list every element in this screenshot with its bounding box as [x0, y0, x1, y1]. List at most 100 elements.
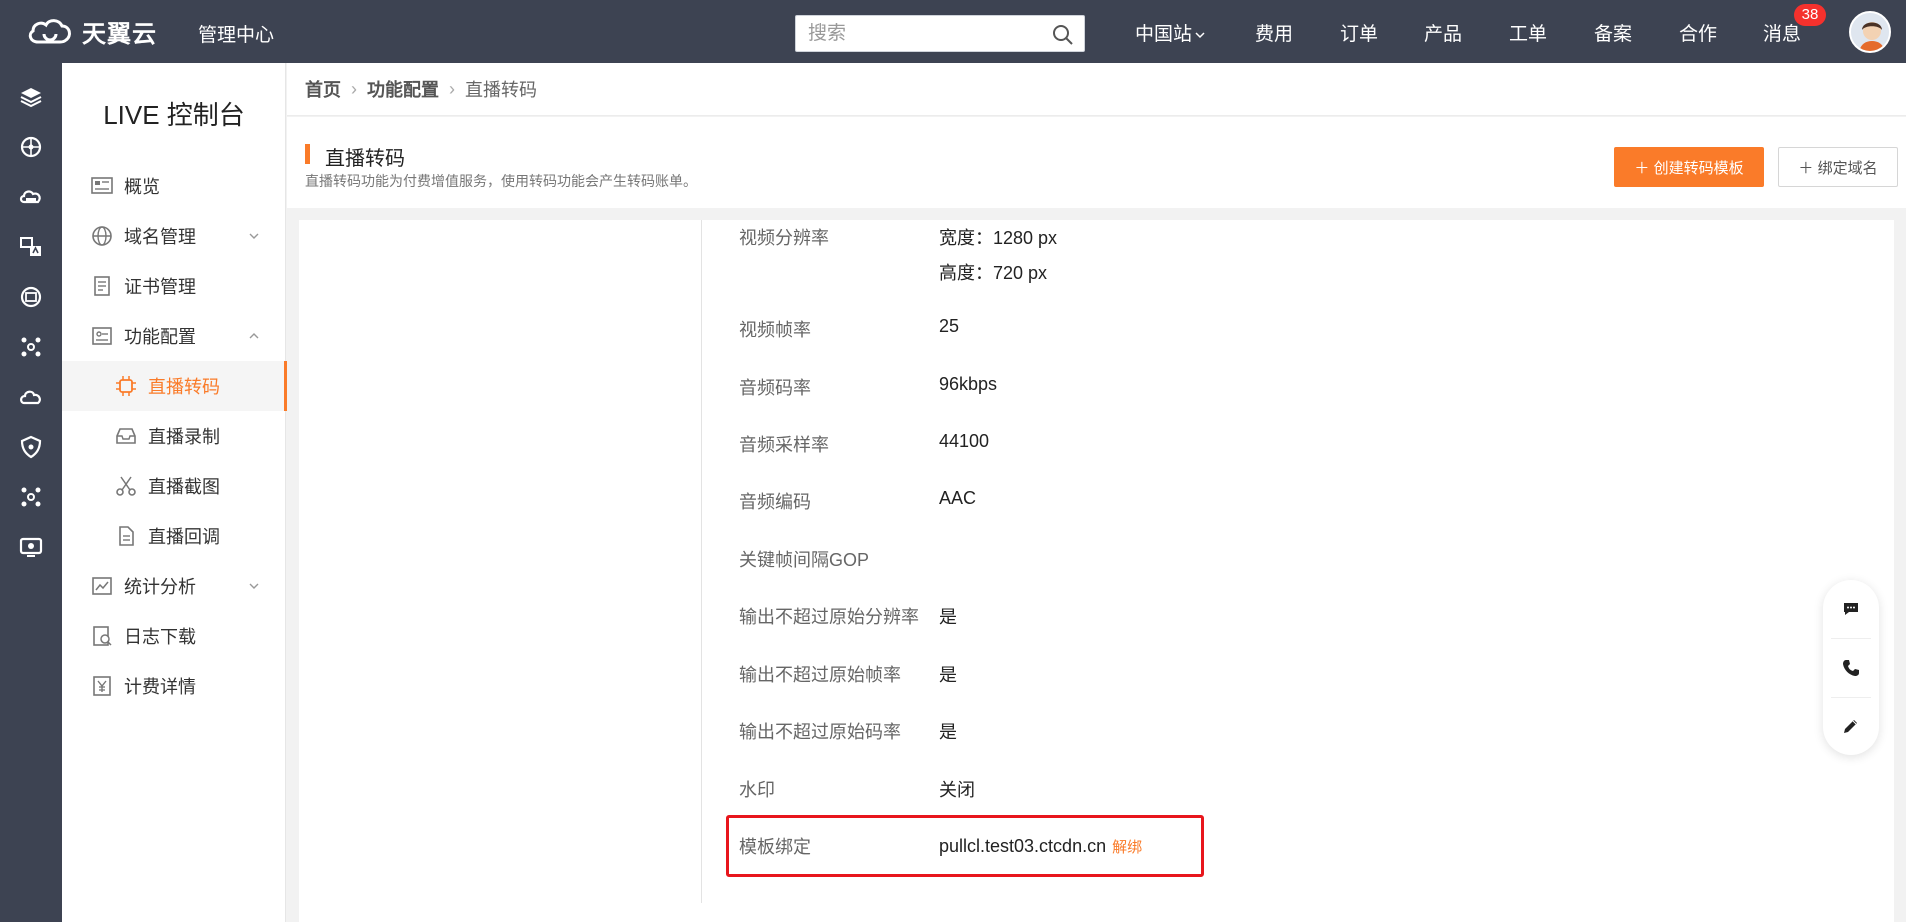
network-hub-icon[interactable]	[18, 134, 44, 160]
document-icon	[119, 526, 134, 546]
cluster-icon[interactable]	[18, 484, 44, 510]
sidebar-item-log-download[interactable]: 日志下载	[62, 611, 286, 661]
nav-partners[interactable]: 合作	[1679, 19, 1717, 46]
sidebar-item-live-callback[interactable]: 直播回调	[62, 511, 286, 561]
chevron-up-icon	[249, 333, 259, 339]
cloud-server-icon[interactable]	[18, 184, 44, 210]
feedback-button[interactable]	[1823, 697, 1879, 755]
overview-icon	[91, 177, 113, 194]
sidebar-item-overview[interactable]: 概览	[62, 161, 286, 211]
chat-button[interactable]	[1823, 580, 1879, 638]
sidebar-item-domains[interactable]: 域名管理	[62, 211, 286, 261]
chevron-right-icon: ›	[351, 78, 357, 99]
page-title: 直播转码	[325, 148, 405, 170]
breadcrumb-home[interactable]: 首页	[305, 76, 341, 102]
nav-fees[interactable]: 费用	[1255, 19, 1293, 46]
sidebar-item-statistics[interactable]: 统计分析	[62, 561, 286, 611]
storage-icon[interactable]	[18, 284, 44, 310]
pencil-icon	[1844, 720, 1857, 733]
audio-codec-label: 音频编码	[739, 492, 811, 512]
limit-bitrate-value: 是	[939, 722, 957, 742]
phone-icon	[1843, 660, 1859, 676]
console-sidebar: LIVE 控制台 概览 域名管理 证书管理 功能配置 直播转码 直播录制 直播截…	[62, 63, 287, 922]
sidebar-item-label: 计费详情	[124, 677, 196, 697]
sample-rate-label: 音频采样率	[739, 435, 829, 455]
watermark-value: 关闭	[939, 780, 975, 800]
breadcrumb: 首页 › 功能配置 › 直播转码	[287, 63, 1906, 116]
sidebar-item-label: 域名管理	[124, 227, 196, 247]
sidebar-item-feature-config[interactable]: 功能配置	[62, 311, 286, 361]
settings-panel-icon	[92, 327, 112, 345]
logo-text: 天翼云	[82, 20, 157, 48]
log-icon	[93, 626, 112, 646]
divider	[701, 220, 702, 903]
breadcrumb-current: 直播转码	[465, 80, 537, 100]
sidebar-item-live-recording[interactable]: 直播录制	[62, 411, 286, 461]
audio-codec-value: AAC	[939, 488, 977, 508]
create-template-button[interactable]: ＋ 创建转码模板	[1614, 147, 1764, 187]
sidebar-item-certificates[interactable]: 证书管理	[62, 261, 286, 311]
user-avatar[interactable]	[1849, 11, 1891, 53]
layers-icon[interactable]	[18, 84, 44, 110]
inbox-icon	[116, 428, 136, 444]
chat-icon	[1844, 603, 1858, 615]
page-description: 直播转码功能为付费增值服务，使用转码功能会产生转码账单。	[305, 173, 697, 189]
sidebar-item-billing[interactable]: 计费详情	[62, 661, 286, 711]
cloud-logo-icon	[28, 19, 71, 44]
sidebar-title: LIVE 控制台	[103, 100, 245, 130]
limit-resolution-label: 输出不超过原始分辨率	[739, 607, 919, 627]
resolution-height-value: 高度：720 px	[939, 263, 1048, 283]
resolution-label: 视频分辨率	[739, 228, 829, 248]
avatar-icon	[1851, 13, 1889, 51]
message-count-badge: 38	[1794, 4, 1826, 26]
search-input[interactable]	[796, 16, 1036, 51]
floating-help-toolbar	[1823, 580, 1879, 755]
chevron-down-icon	[1195, 32, 1205, 39]
phone-button[interactable]	[1823, 639, 1879, 697]
title-accent-bar	[305, 144, 310, 164]
limit-resolution-value: 是	[939, 607, 957, 627]
nav-filing[interactable]: 备案	[1594, 19, 1632, 46]
sidebar-item-label: 直播转码	[148, 377, 220, 397]
resolution-width-value: 宽度：1280 px	[939, 228, 1058, 248]
logo[interactable]: 天翼云	[26, 14, 157, 48]
chart-icon	[92, 577, 112, 595]
translate-icon[interactable]	[18, 234, 44, 260]
limit-framerate-value: 是	[939, 665, 957, 685]
bind-domain-button[interactable]: ＋ 绑定域名	[1778, 147, 1898, 187]
framerate-value: 25	[939, 316, 960, 336]
monitor-icon[interactable]	[18, 534, 44, 560]
nav-tickets[interactable]: 工单	[1509, 19, 1547, 46]
sample-rate-value: 44100	[939, 431, 990, 451]
search-icon[interactable]	[1052, 24, 1074, 46]
chevron-right-icon: ›	[449, 78, 455, 99]
sidebar-item-label: 直播录制	[148, 427, 220, 447]
sidebar-item-label: 统计分析	[124, 577, 196, 597]
chevron-down-icon	[249, 233, 259, 239]
sidebar-item-label: 日志下载	[124, 627, 196, 647]
sidebar-item-label: 证书管理	[124, 277, 196, 297]
breadcrumb-feature-config[interactable]: 功能配置	[367, 76, 439, 102]
console-link[interactable]: 管理中心	[198, 20, 274, 47]
framerate-label: 视频帧率	[739, 320, 811, 340]
shield-icon[interactable]	[18, 434, 44, 460]
nav-orders[interactable]: 订单	[1340, 19, 1378, 46]
yen-icon	[93, 676, 111, 696]
nav-region-select[interactable]: 中国站	[1135, 19, 1206, 46]
scissors-icon	[116, 476, 136, 496]
cloud-sync-icon[interactable]	[18, 384, 44, 410]
nav-messages[interactable]: 消息	[1763, 19, 1801, 46]
template-detail-panel: 视频分辨率 宽度：1280 px 高度：720 px 视频帧率 25 音频码率 …	[299, 220, 1894, 922]
chip-icon	[116, 376, 136, 396]
nav-products[interactable]: 产品	[1424, 19, 1462, 46]
sidebar-item-live-snapshot[interactable]: 直播截图	[62, 461, 286, 511]
chevron-down-icon	[249, 583, 259, 589]
limit-bitrate-label: 输出不超过原始码率	[739, 722, 901, 742]
search-box	[795, 15, 1085, 52]
sidebar-item-label: 概览	[124, 177, 160, 197]
molecule-icon[interactable]	[18, 334, 44, 360]
sidebar-item-label: 直播回调	[148, 527, 220, 547]
sidebar-item-label: 直播截图	[148, 477, 220, 497]
sidebar-item-live-transcode[interactable]: 直播转码	[62, 361, 287, 411]
limit-framerate-label: 输出不超过原始帧率	[739, 665, 901, 685]
